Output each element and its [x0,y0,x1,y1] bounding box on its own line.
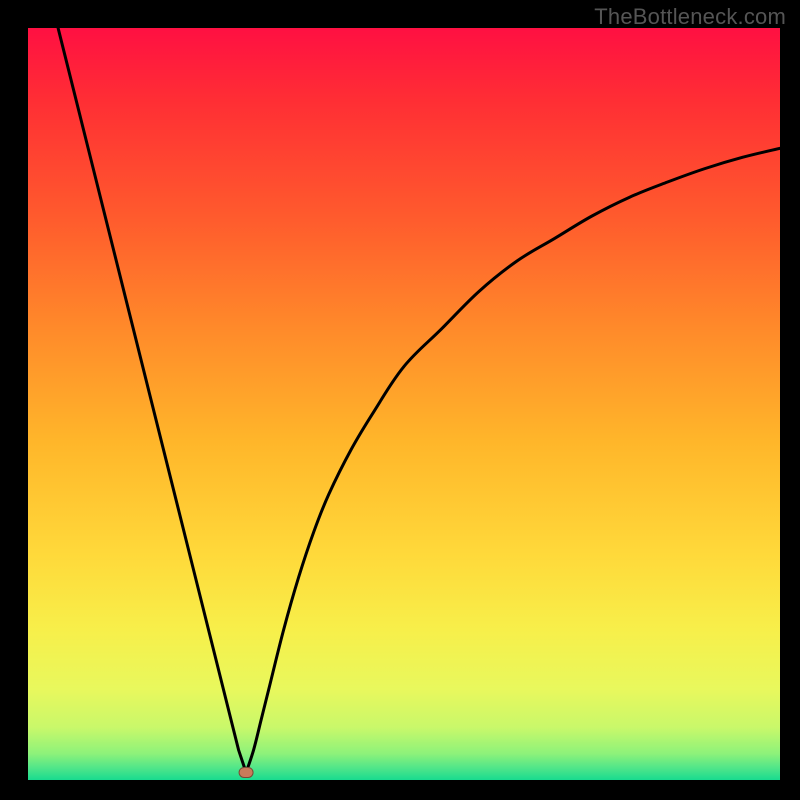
plot-area [28,28,780,780]
gradient-background [28,28,780,780]
watermark-label: TheBottleneck.com [594,4,786,30]
bottleneck-chart [28,28,780,780]
chart-frame: TheBottleneck.com [0,0,800,800]
optimum-marker [239,767,253,777]
